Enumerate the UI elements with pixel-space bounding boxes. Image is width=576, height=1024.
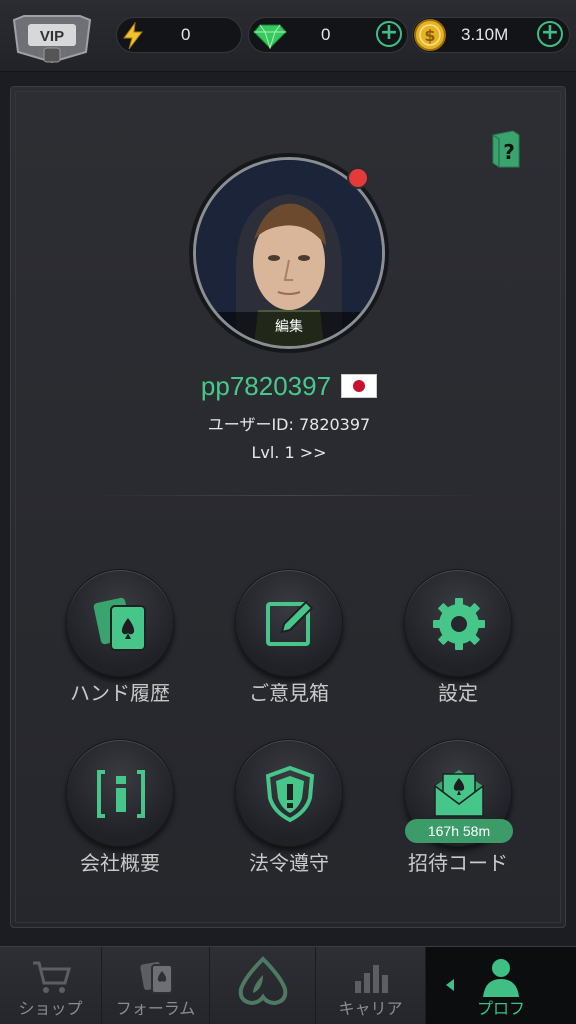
compliance-circle[interactable] <box>235 739 343 847</box>
spade-logo-icon <box>238 956 287 1006</box>
username: pp7820397 <box>200 371 332 401</box>
feedback-button[interactable]: ご意見箱 <box>204 569 374 719</box>
company-info-label: 会社概要 <box>80 851 160 875</box>
hand-history-label: ハンド履歴 <box>70 681 170 705</box>
gear-icon <box>433 598 485 650</box>
japan-flag-icon <box>341 374 378 398</box>
person-icon <box>483 959 519 997</box>
nav-shop[interactable]: ショップ <box>0 947 102 1024</box>
active-indicator-arrow <box>446 979 454 991</box>
user-id: ユーザーID: 7820397 <box>207 415 371 434</box>
edit-avatar-label[interactable]: 編集 <box>196 312 382 346</box>
gem-icon <box>253 24 287 49</box>
hand-history-circle[interactable] <box>66 569 174 677</box>
settings-label: 設定 <box>438 681 478 705</box>
username-row: pp7820397 <box>11 371 567 402</box>
hand-history-button[interactable]: ハンド履歴 <box>35 569 205 719</box>
vip-badge[interactable]: VIP <box>10 12 94 66</box>
bottom-nav: ショップ フォーラム キャリア プロフ <box>0 946 576 1024</box>
nav-forum-label: フォーラム <box>115 999 196 1018</box>
gem-value: 0 <box>321 25 331 44</box>
invite-timer-badge: 167h 58m <box>405 819 513 843</box>
info-icon <box>97 770 145 818</box>
nav-career-label: キャリア <box>338 999 403 1018</box>
invite-code-label: 招待コード <box>408 851 508 875</box>
energy-value: 0 <box>181 25 191 44</box>
company-info-circle[interactable] <box>66 739 174 847</box>
level-link[interactable]: Lvl. 1 >> <box>11 443 567 462</box>
notification-dot <box>347 167 369 189</box>
nav-profile[interactable]: プロフ <box>426 947 576 1024</box>
invite-icon <box>434 770 484 817</box>
forum-icon <box>139 961 173 994</box>
nav-career[interactable]: キャリア <box>316 947 426 1024</box>
nav-home[interactable] <box>210 947 316 1024</box>
top-bar: VIP 0 0 + $ 3.10M + <box>0 0 576 72</box>
svg-text:VIP: VIP <box>40 28 64 45</box>
help-icon[interactable]: ? <box>491 129 521 169</box>
coin-value: 3.10M <box>461 25 509 44</box>
cart-icon <box>32 961 71 993</box>
lightning-icon <box>123 22 144 50</box>
settings-button[interactable]: 設定 <box>373 569 543 719</box>
compliance-label: 法令遵守 <box>249 851 329 875</box>
profile-panel: ? 編集 pp7820397 ユーザーID: 7820397 Lvl. 1 >> <box>10 86 566 928</box>
nav-shop-label: ショップ <box>18 999 83 1018</box>
settings-circle[interactable] <box>404 569 512 677</box>
nav-forum[interactable]: フォーラム <box>102 947 210 1024</box>
svg-text:$: $ <box>424 26 435 45</box>
cards-icon <box>93 597 146 651</box>
invite-code-button[interactable]: 167h 58m 招待コード <box>373 739 543 889</box>
divider <box>87 495 491 496</box>
bar-chart-icon <box>354 965 388 993</box>
energy-counter: 0 <box>116 17 242 53</box>
coin-icon: $ <box>414 19 446 51</box>
nav-profile-label: プロフ <box>476 999 525 1018</box>
company-info-button[interactable]: 会社概要 <box>35 739 205 889</box>
compliance-button[interactable]: 法令遵守 <box>204 739 374 889</box>
feedback-icon <box>266 600 314 646</box>
svg-text:?: ? <box>503 140 515 164</box>
feedback-label: ご意見箱 <box>249 681 329 705</box>
add-coins-button[interactable]: + <box>537 21 563 47</box>
shield-icon <box>265 765 315 823</box>
add-gems-button[interactable]: + <box>376 21 402 47</box>
feedback-circle[interactable] <box>235 569 343 677</box>
